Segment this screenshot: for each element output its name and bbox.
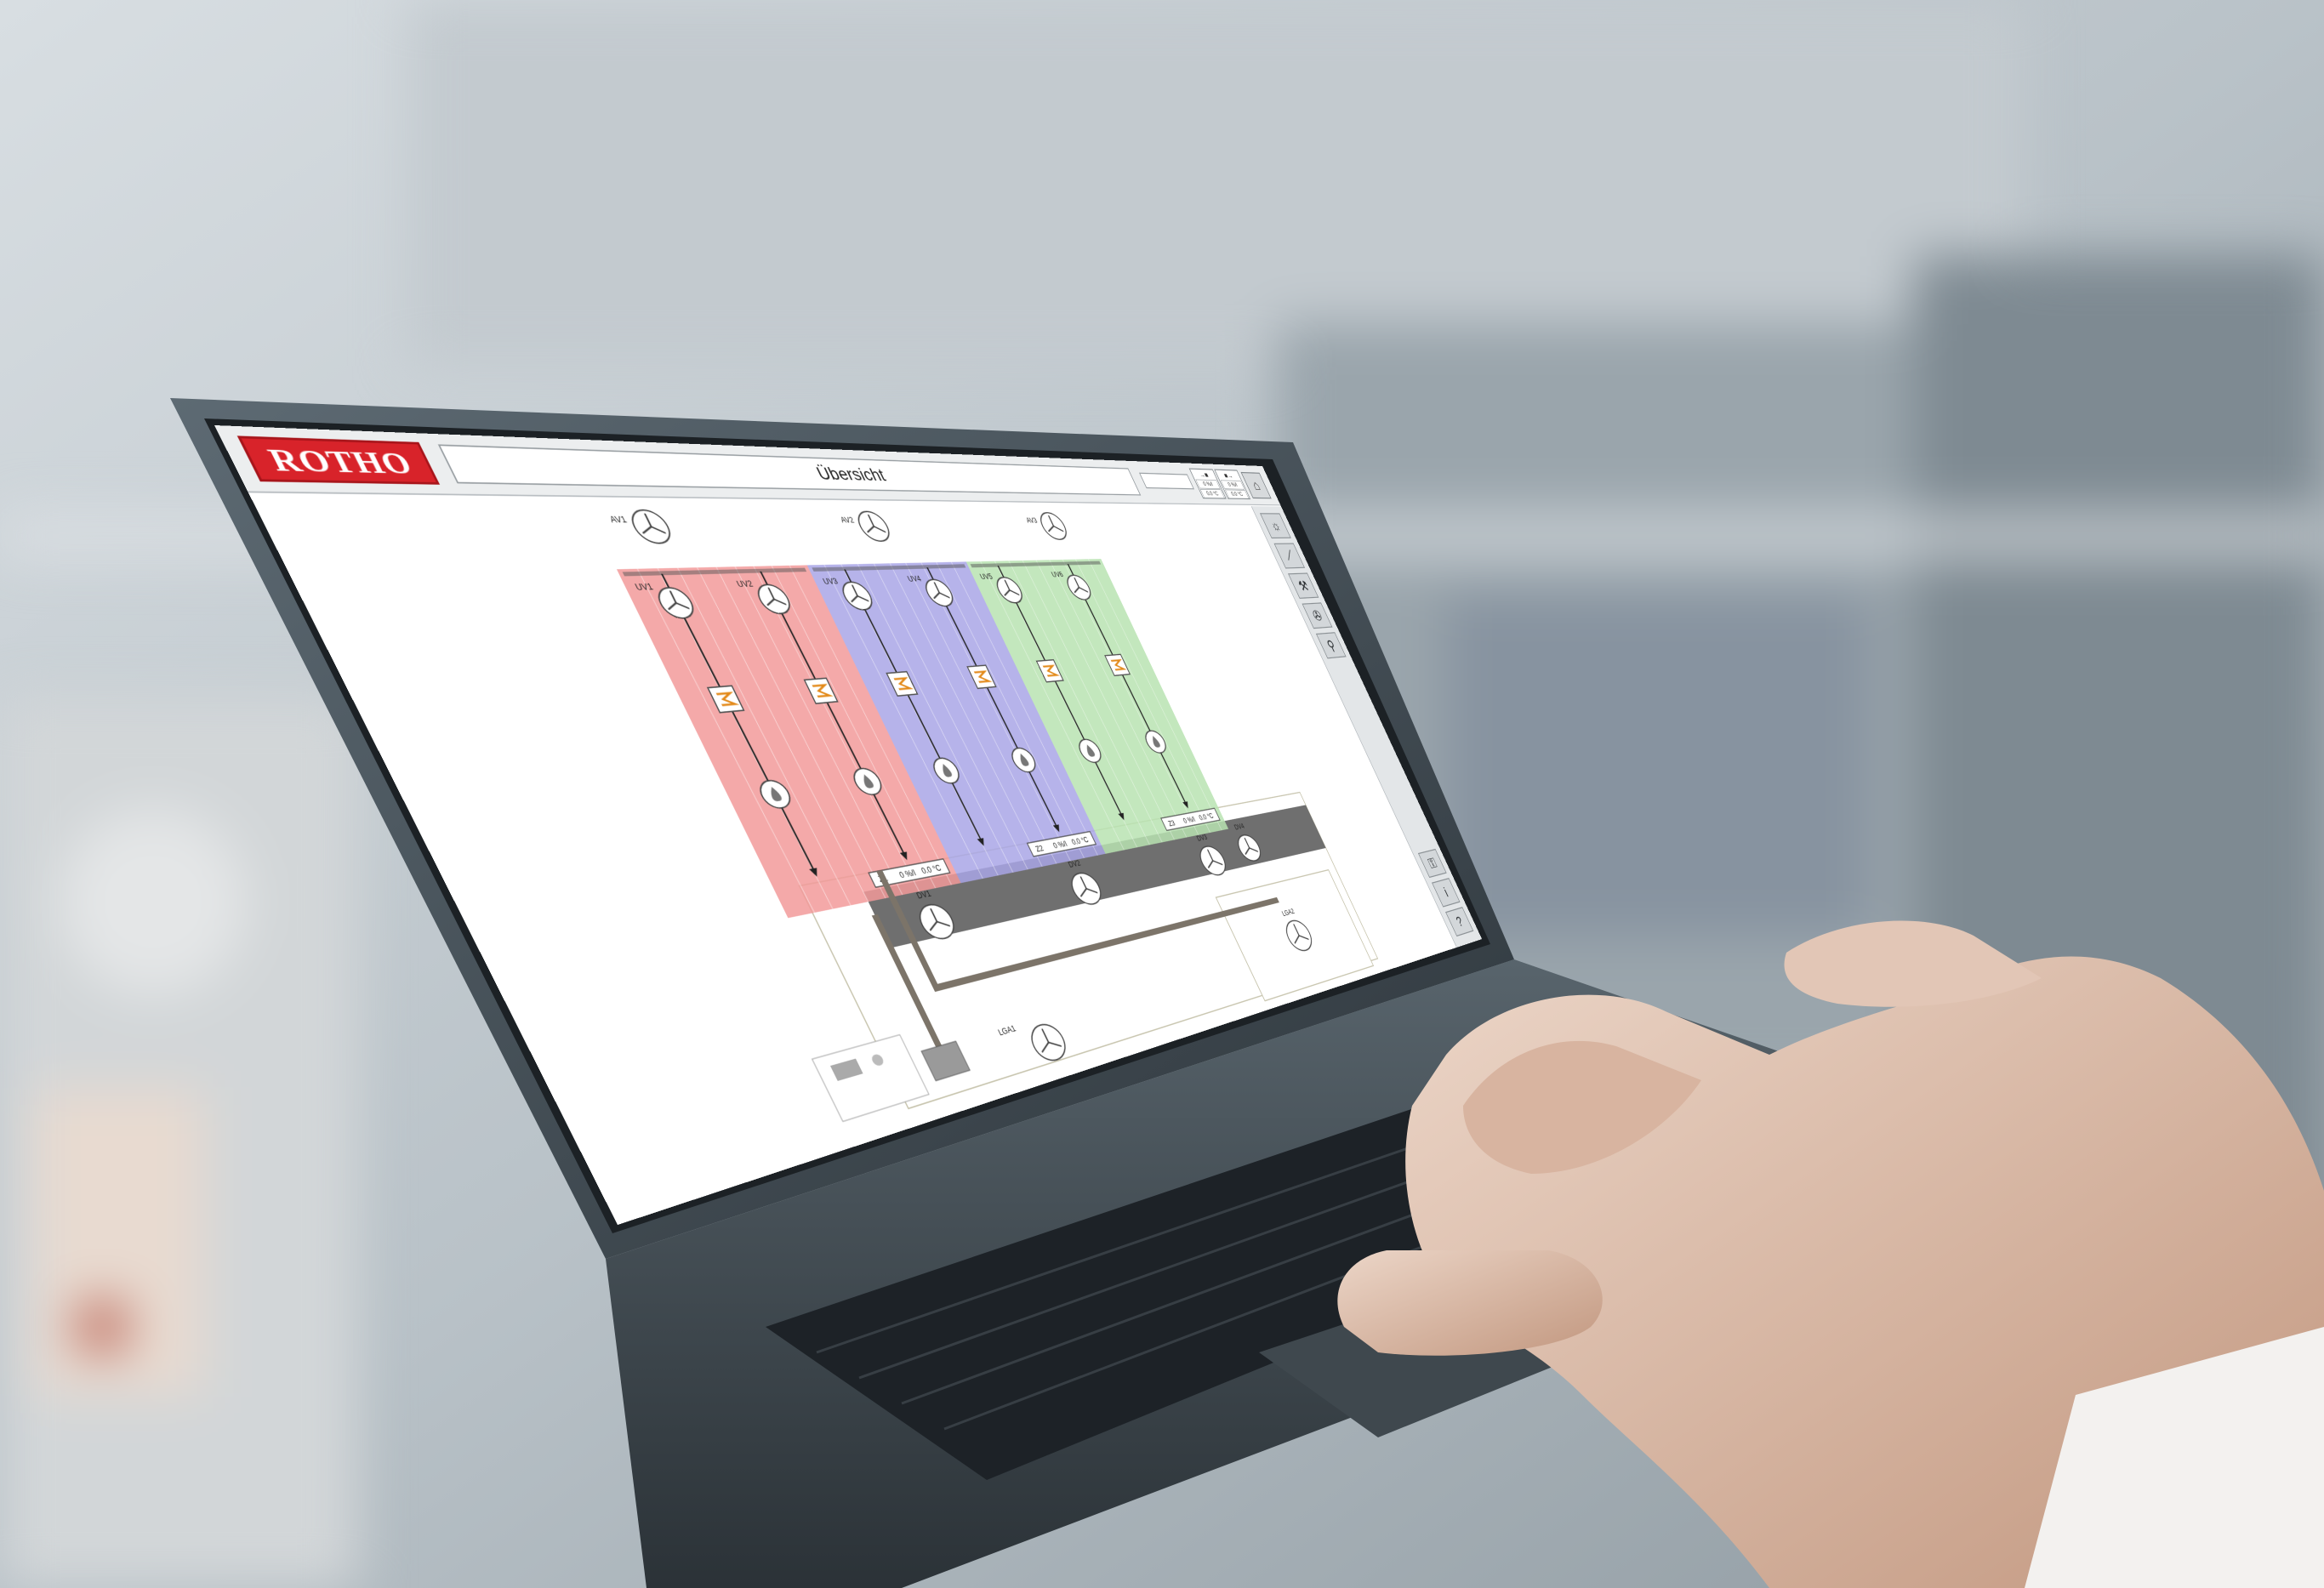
user-key-icon[interactable]: ⚿ xyxy=(1417,848,1447,879)
fan-lga1[interactable]: LGA1 xyxy=(997,1014,1071,1073)
fan-av3[interactable]: AV3 xyxy=(1022,513,1070,540)
fan-label: AV1 xyxy=(608,515,629,525)
help-icon[interactable]: ? xyxy=(1445,907,1474,937)
fan-label: LGA1 xyxy=(997,1024,1017,1037)
brand-label: ROTHO xyxy=(261,441,419,481)
rotho-logo: ROTHO xyxy=(236,435,441,485)
outflow-arrow-icon: ■→ xyxy=(1222,471,1234,480)
inflow-arrow-icon: →■ xyxy=(1197,470,1210,479)
status-field xyxy=(1138,472,1194,490)
fan-av1[interactable]: AV1 xyxy=(606,509,675,544)
info-icon[interactable]: i xyxy=(1431,878,1461,908)
site-plan-thumbnail xyxy=(812,1035,929,1122)
fan-label: AV2 xyxy=(840,516,856,525)
fan-label: AV3 xyxy=(1025,517,1039,525)
fan-av2[interactable]: AV2 xyxy=(837,511,894,541)
air-handling-unit xyxy=(921,1041,970,1081)
